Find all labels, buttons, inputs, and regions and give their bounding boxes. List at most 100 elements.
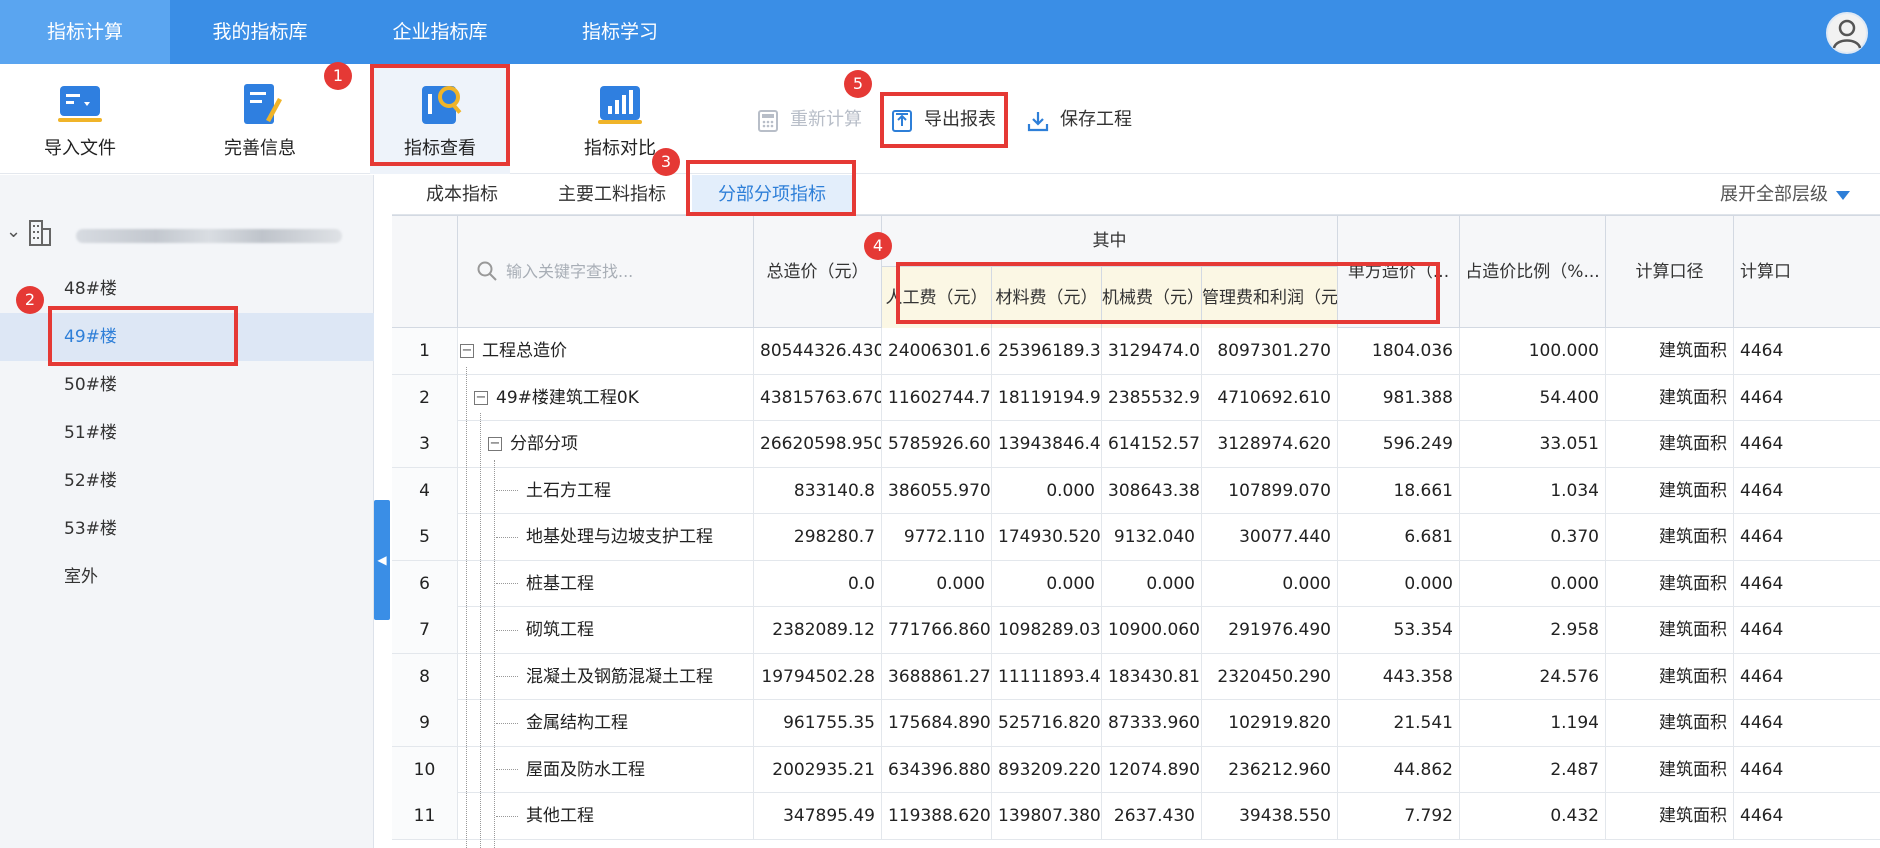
cell-total: 19794502.28 [754, 653, 882, 700]
nav-tab-my-library[interactable]: 我的指标库 [170, 0, 350, 64]
table-row[interactable]: 2−49#楼建筑工程0K43815763.67011602744.7801811… [392, 374, 1880, 421]
cell-material: 13943846.410 [992, 421, 1102, 467]
avatar[interactable] [1826, 12, 1868, 54]
tree-item-48[interactable]: 48#楼 [0, 265, 374, 313]
collapse-toggle-icon[interactable]: − [488, 437, 502, 451]
cell-mgmt-profit: 30077.440 [1202, 514, 1338, 560]
cell-row-number: 2 [392, 374, 458, 421]
tree-root[interactable]: ⌄ [0, 215, 374, 255]
row-name-text: 土石方工程 [526, 480, 611, 501]
export-report-button[interactable]: 导出报表 [890, 100, 996, 140]
import-file-button[interactable]: 导入文件 [10, 64, 150, 174]
search-icon [477, 261, 497, 281]
import-file-icon [58, 86, 102, 122]
table-row[interactable]: 7 砌筑工程 2382089.12 771766.860 1098289.030 1090… [392, 607, 1880, 654]
table-row[interactable]: 3−分部分项26620598.9505785926.60013943846.41… [392, 421, 1880, 468]
table-row[interactable]: 8 混凝土及钢筋混凝土工程 19794502.28 3688861.270 111118… [392, 653, 1880, 700]
cell-calc-basis-2: 4464 [1734, 328, 1880, 374]
row-name-text: 其他工程 [526, 806, 594, 826]
nav-tab-calc[interactable]: 指标计算 [0, 0, 170, 64]
cell-total: 0.0 [754, 560, 882, 607]
nav-tab-enterprise-library[interactable]: 企业指标库 [350, 0, 530, 64]
chevron-down-icon[interactable]: ⌄ [6, 221, 21, 242]
cell-mgmt-profit: 236212.960 [1202, 746, 1338, 793]
cell-mgmt-profit: 0.000 [1202, 560, 1338, 607]
complete-info-label: 完善信息 [224, 138, 296, 159]
cell-calc-basis: 建筑面积 [1606, 560, 1734, 607]
tree-item-52[interactable]: 52#楼 [0, 457, 374, 505]
cell-unit-cost: 53.354 [1338, 607, 1460, 653]
download-icon [1027, 112, 1049, 132]
save-project-button[interactable]: 保存工程 [1026, 100, 1132, 140]
cell-ratio: 0.000 [1460, 560, 1606, 607]
tab-material-index[interactable]: 主要工料指标 [532, 175, 692, 215]
tree-guide-line [480, 413, 481, 848]
collapse-toggle-icon[interactable]: − [474, 390, 488, 405]
tree-item-49[interactable]: 49#楼 [0, 313, 374, 361]
cell-unit-cost: 7.792 [1338, 793, 1460, 839]
header-group: 其中 [882, 216, 1338, 266]
cell-material: 0.000 [992, 560, 1102, 607]
tree-connector [496, 676, 518, 677]
table-row[interactable]: 5 地基处理与边坡支护工程 298280.7 9772.110 174930.520 91… [392, 514, 1880, 561]
cell-unit-cost: 21.541 [1338, 700, 1460, 746]
tree-item-53[interactable]: 53#楼 [0, 505, 374, 553]
triangle-down-icon [1836, 190, 1850, 200]
cell-row-number: 1 [392, 328, 458, 374]
cell-calc-basis-2: 4464 [1734, 747, 1880, 793]
cell-total: 43815763.670 [754, 374, 882, 421]
tree-item-51[interactable]: 51#楼 [0, 409, 374, 457]
cell-total: 26620598.950 [754, 421, 882, 467]
collapse-sidebar-handle[interactable]: ◀ [374, 500, 390, 620]
cell-ratio: 100.000 [1460, 328, 1606, 374]
collapse-toggle-icon[interactable]: − [460, 344, 474, 358]
tree-guide-line [466, 366, 467, 848]
table-row[interactable]: 10 屋面及防水工程 2002935.21 634396.880 893209.220 1… [392, 746, 1880, 793]
cell-material: 893209.220 [992, 746, 1102, 793]
edit-document-icon [244, 84, 282, 124]
table-header: 总造价（元） 其中 人工费（元） 材料费（元） 机械费（元） 管理费和利润（元.… [392, 216, 1880, 328]
table-row[interactable]: 4 土石方工程 833140.8 386055.970 0.000 308643.380 1… [392, 467, 1880, 514]
blurred-project-name [76, 229, 342, 243]
table-search[interactable] [466, 252, 746, 292]
cell-unit-cost: 18.661 [1338, 467, 1460, 514]
row-name-text: 金属结构工程 [526, 713, 628, 733]
cell-labor: 0.000 [882, 560, 992, 607]
nav-tab-learning[interactable]: 指标学习 [530, 0, 710, 64]
tree-item-outdoor[interactable]: 室外 [0, 553, 374, 601]
cell-labor: 3688861.270 [882, 653, 992, 700]
cell-ratio: 2.487 [1460, 746, 1606, 793]
cell-material: 0.000 [992, 467, 1102, 514]
tab-itemized-index[interactable]: 分部分项指标 [692, 175, 852, 215]
tab-cost-index[interactable]: 成本指标 [392, 175, 532, 215]
tree-connector [496, 583, 518, 584]
row-name-text: 地基处理与边坡支护工程 [526, 527, 713, 547]
table-row[interactable]: 11 其他工程 347895.49 119388.620 139807.380 2637.… [392, 793, 1880, 840]
table-row[interactable]: 1−工程总造价80544326.43024006301.68025396189.… [392, 328, 1880, 375]
cell-machine: 183430.810 [1102, 653, 1202, 700]
cell-calc-basis: 建筑面积 [1606, 653, 1734, 700]
cell-material: 11111893.440 [992, 653, 1102, 700]
expand-all-levels[interactable]: 展开全部层级 [1720, 175, 1850, 215]
view-index-button[interactable]: 指标查看 [370, 64, 510, 174]
tree-guide-line [494, 459, 495, 848]
table-row[interactable]: 9 金属结构工程 961755.35 175684.890 525716.820 8733… [392, 700, 1880, 747]
table-row[interactable]: 6 桩基工程 0.0 0.000 0.000 0.000 0.000 0.000 0.000 建筑… [392, 560, 1880, 607]
header-rownum [392, 216, 458, 328]
export-report-label: 导出报表 [924, 109, 996, 130]
row-name-text: 49#楼建筑工程0K [496, 387, 639, 408]
search-input[interactable] [506, 256, 736, 286]
cell-calc-basis: 建筑面积 [1606, 514, 1734, 560]
cell-total: 298280.7 [754, 514, 882, 560]
cell-name: 砌筑工程 [458, 607, 754, 653]
header-search-cell [458, 216, 754, 328]
view-index-label: 指标查看 [404, 138, 476, 159]
index-table: 总造价（元） 其中 人工费（元） 材料费（元） 机械费（元） 管理费和利润（元.… [392, 215, 1880, 848]
complete-info-button[interactable]: 完善信息 [190, 64, 330, 174]
cell-machine: 308643.380 [1102, 467, 1202, 514]
cell-ratio: 1.194 [1460, 700, 1606, 746]
tree-item-50[interactable]: 50#楼 [0, 361, 374, 409]
cell-calc-basis: 建筑面积 [1606, 793, 1734, 839]
recalculate-button[interactable]: 重新计算 [756, 100, 862, 140]
cell-unit-cost: 0.000 [1338, 560, 1460, 607]
